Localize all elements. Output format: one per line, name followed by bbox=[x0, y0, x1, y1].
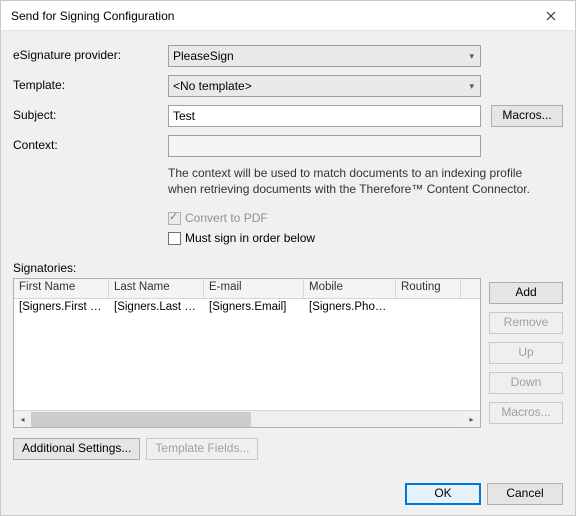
chevron-down-icon: ▾ bbox=[469, 51, 478, 62]
template-combo[interactable]: <No template> ▾ bbox=[168, 75, 481, 97]
down-button: Down bbox=[489, 372, 563, 394]
title-bar: Send for Signing Configuration bbox=[1, 1, 575, 31]
macros-button[interactable]: Macros... bbox=[491, 105, 563, 127]
cell-mobile: [Signers.Phone] bbox=[304, 299, 396, 317]
subject-value: Test bbox=[173, 109, 195, 123]
must-sign-label: Must sign in order below bbox=[185, 231, 315, 245]
macros-row-button: Macros... bbox=[489, 402, 563, 424]
context-input[interactable] bbox=[168, 135, 481, 157]
cell-routing bbox=[396, 299, 461, 317]
col-last-name[interactable]: Last Name bbox=[109, 279, 204, 298]
col-routing[interactable]: Routing bbox=[396, 279, 461, 298]
additional-settings-button[interactable]: Additional Settings... bbox=[13, 438, 140, 460]
provider-label: eSignature provider: bbox=[13, 45, 168, 62]
signatories-label: Signatories: bbox=[13, 261, 481, 275]
dialog-window: Send for Signing Configuration eSignatur… bbox=[0, 0, 576, 516]
must-sign-checkbox[interactable] bbox=[168, 232, 181, 245]
template-label: Template: bbox=[13, 75, 168, 92]
col-first-name[interactable]: First Name bbox=[14, 279, 109, 298]
scroll-track[interactable] bbox=[31, 412, 463, 427]
remove-button: Remove bbox=[489, 312, 563, 334]
dialog-content: eSignature provider: PleaseSign ▾ Templa… bbox=[1, 31, 575, 515]
subject-label: Subject: bbox=[13, 105, 168, 122]
table-row[interactable]: [Signers.First Na... [Signers.Last Na...… bbox=[14, 299, 480, 317]
convert-pdf-label: Convert to PDF bbox=[185, 211, 268, 225]
col-mobile[interactable]: Mobile bbox=[304, 279, 396, 298]
horizontal-scrollbar[interactable]: ◂ ▸ bbox=[14, 410, 480, 427]
cell-first-name: [Signers.First Na... bbox=[14, 299, 109, 317]
context-label: Context: bbox=[13, 135, 168, 152]
provider-combo[interactable]: PleaseSign ▾ bbox=[168, 45, 481, 67]
add-button[interactable]: Add bbox=[489, 282, 563, 304]
col-email[interactable]: E-mail bbox=[204, 279, 304, 298]
scroll-right-icon[interactable]: ▸ bbox=[463, 411, 480, 428]
table-header: First Name Last Name E-mail Mobile Routi… bbox=[14, 279, 480, 299]
context-help-text: The context will be used to match docume… bbox=[168, 165, 563, 197]
close-icon bbox=[546, 11, 556, 21]
chevron-down-icon: ▾ bbox=[469, 81, 478, 92]
provider-value: PleaseSign bbox=[173, 49, 234, 63]
template-fields-button: Template Fields... bbox=[146, 438, 258, 460]
close-button[interactable] bbox=[533, 4, 569, 28]
convert-pdf-checkbox bbox=[168, 212, 181, 225]
table-body: [Signers.First Na... [Signers.Last Na...… bbox=[14, 299, 480, 410]
signatory-buttons: Add Remove Up Down Macros... bbox=[489, 261, 563, 428]
cell-last-name: [Signers.Last Na... bbox=[109, 299, 204, 317]
dialog-footer: OK Cancel bbox=[13, 473, 563, 505]
ok-button[interactable]: OK bbox=[405, 483, 481, 505]
subject-input[interactable]: Test bbox=[168, 105, 481, 127]
up-button: Up bbox=[489, 342, 563, 364]
scroll-thumb[interactable] bbox=[31, 412, 251, 427]
cell-email: [Signers.Email] bbox=[204, 299, 304, 317]
signatories-table[interactable]: First Name Last Name E-mail Mobile Routi… bbox=[13, 278, 481, 428]
template-value: <No template> bbox=[173, 79, 252, 93]
cancel-button[interactable]: Cancel bbox=[487, 483, 563, 505]
scroll-left-icon[interactable]: ◂ bbox=[14, 411, 31, 428]
dialog-title: Send for Signing Configuration bbox=[11, 9, 533, 23]
